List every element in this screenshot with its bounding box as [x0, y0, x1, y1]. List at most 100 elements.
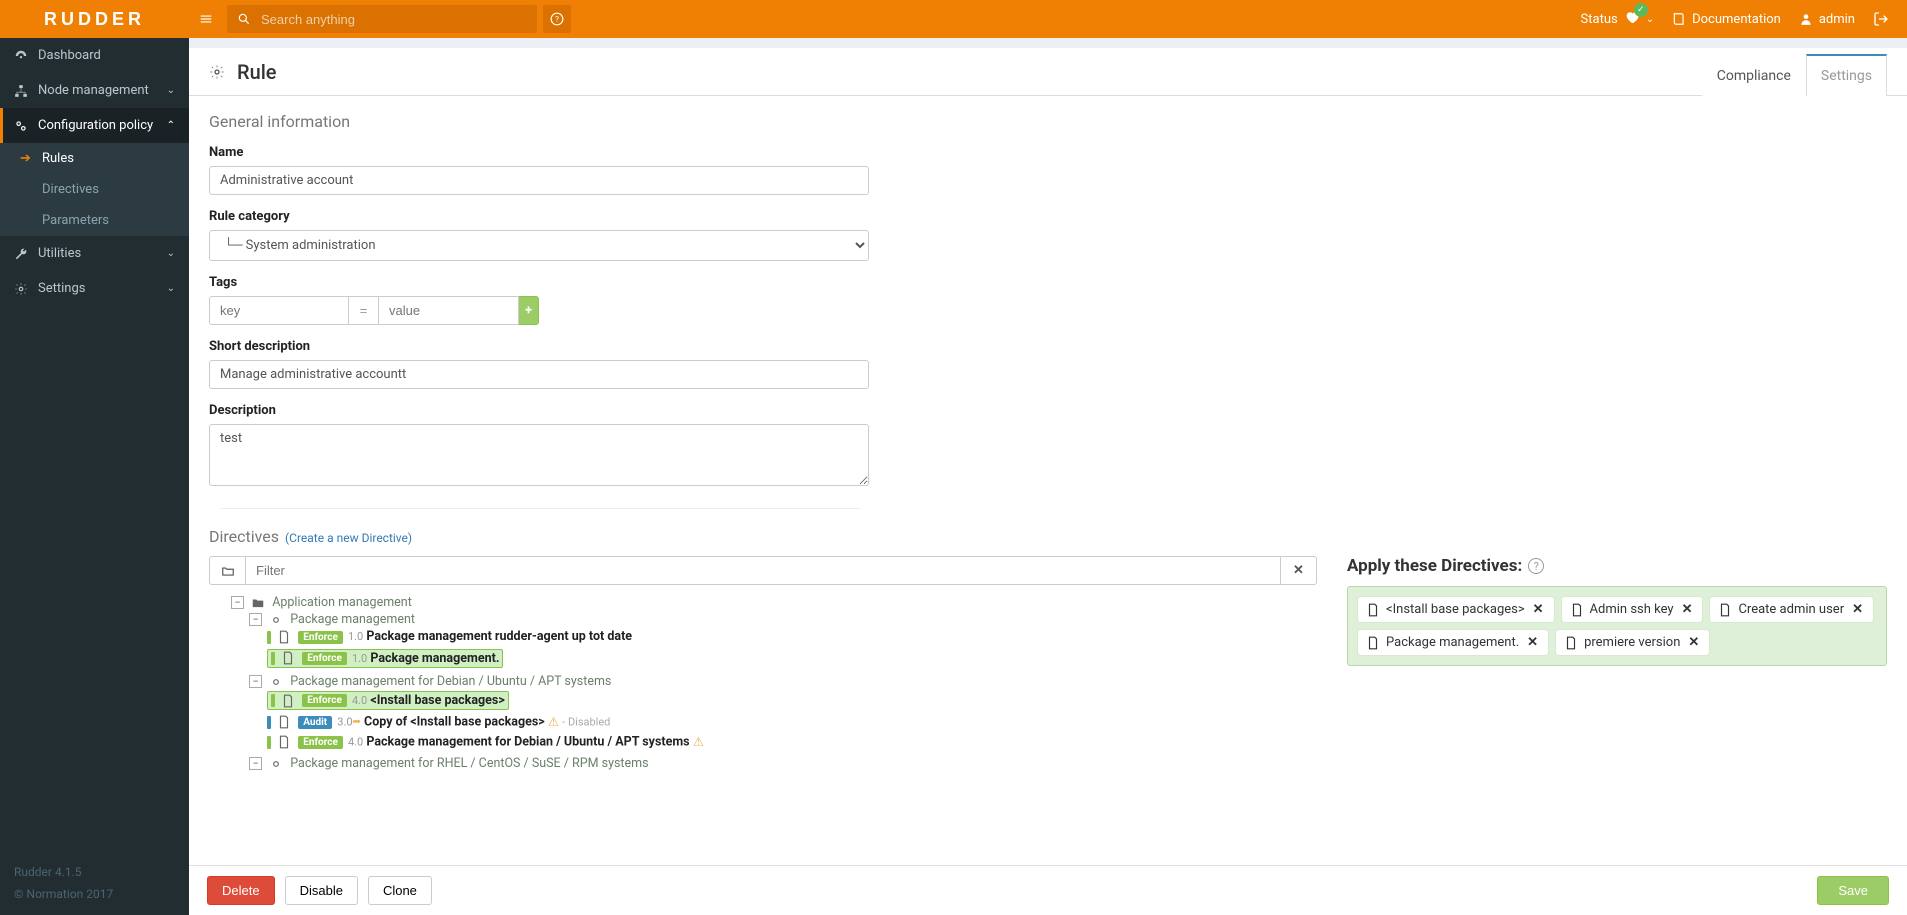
- tree-directive[interactable]: Audit 3.0➦ Copy of <Install base package…: [267, 712, 1317, 732]
- warning-icon: ⚠: [548, 715, 559, 730]
- user-label: admin: [1819, 12, 1855, 27]
- tag-add-button[interactable]: +: [519, 296, 539, 325]
- file-icon: [1570, 603, 1584, 617]
- file-icon: [1366, 636, 1380, 650]
- sidebar-subitem-label: Rules: [42, 151, 74, 166]
- sidebar-toggle[interactable]: [189, 12, 223, 26]
- delete-button[interactable]: Delete: [207, 876, 275, 905]
- file-icon: [281, 694, 295, 708]
- logout-button[interactable]: [1873, 11, 1889, 27]
- disable-button[interactable]: Disable: [285, 876, 358, 905]
- tree-technique[interactable]: − Package management for RHEL / CentOS /…: [249, 754, 1317, 773]
- file-icon: [277, 735, 291, 749]
- name-input[interactable]: [209, 166, 869, 195]
- chip-remove-button[interactable]: ✕: [1680, 602, 1695, 617]
- tree-directive[interactable]: Enforce 4.0 <Install base packages>: [267, 689, 1317, 712]
- filter-clear-button[interactable]: ✕: [1281, 556, 1317, 585]
- search-help-button[interactable]: ?: [543, 5, 571, 33]
- directive-filter: ✕: [209, 556, 1317, 585]
- category-select[interactable]: └─ System administration: [209, 230, 869, 261]
- directive-filter-input[interactable]: [245, 556, 1281, 585]
- sidebar-item-settings[interactable]: Settings ⌄: [0, 271, 189, 306]
- documentation-label: Documentation: [1692, 12, 1781, 27]
- description-label: Description: [209, 403, 1887, 418]
- create-directive-link[interactable]: (Create a new Directive): [285, 531, 412, 545]
- version-text: 1.0: [348, 631, 363, 644]
- page-title: Rule: [237, 60, 277, 84]
- chip-remove-button[interactable]: ✕: [1850, 602, 1865, 617]
- directives-section-title: Directives: [209, 527, 279, 546]
- hamburger-icon: [199, 12, 213, 26]
- brand-logo: RUDDER: [0, 0, 189, 38]
- user-icon: [1799, 12, 1813, 26]
- enforce-badge: Enforce: [302, 694, 347, 707]
- tree-collapse-icon[interactable]: −: [249, 613, 262, 626]
- directive-tree: − Application management − Package manag…: [213, 593, 1317, 775]
- tab-compliance[interactable]: Compliance: [1702, 55, 1806, 96]
- tree-directive[interactable]: Enforce 4.0 Package management for Debia…: [267, 732, 1317, 752]
- short-desc-input[interactable]: [209, 360, 869, 389]
- help-icon[interactable]: ?: [1528, 558, 1544, 574]
- question-icon: ?: [550, 12, 564, 26]
- sidebar-subitem-label: Parameters: [42, 213, 109, 228]
- tags-row: +: [209, 296, 539, 325]
- gear-icon: [14, 282, 28, 296]
- folder-icon: [251, 596, 265, 610]
- chip-remove-button[interactable]: ✕: [1525, 635, 1540, 650]
- settings-form: General information Name Rule category └…: [189, 96, 1907, 875]
- audit-badge: Audit: [298, 716, 332, 729]
- page-header: Rule Compliance Settings: [189, 48, 1907, 96]
- sidebar-subitem-directives[interactable]: Directives: [0, 174, 189, 205]
- file-icon: [1366, 603, 1380, 617]
- tag-value-input[interactable]: [379, 296, 519, 325]
- chip-label: Admin ssh key: [1590, 602, 1674, 617]
- topbar-right: Status ✓ ⌄ Documentation admin: [1581, 0, 1907, 38]
- sidebar-item-label: Settings: [38, 281, 85, 296]
- chip-remove-button[interactable]: ✕: [1531, 602, 1546, 617]
- bar-indicator-icon: [271, 652, 275, 665]
- chevron-down-icon: ⌄: [167, 283, 175, 294]
- sidebar-subitem-rules[interactable]: ➔ Rules: [0, 143, 189, 174]
- tree-label: <Install base packages>: [370, 693, 504, 708]
- tree-technique[interactable]: − Package management Enforce 1.0: [249, 610, 1317, 672]
- version-text: 1.0: [352, 652, 367, 665]
- category-label: Rule category: [209, 209, 1887, 224]
- sidebar-item-dashboard[interactable]: Dashboard: [0, 38, 189, 73]
- tree-technique[interactable]: − Package management for Debian / Ubuntu…: [249, 672, 1317, 754]
- applied-directives-title: Apply these Directives: ?: [1347, 556, 1887, 576]
- chip-remove-button[interactable]: ✕: [1686, 635, 1701, 650]
- folder-open-icon[interactable]: [209, 556, 245, 585]
- search-input[interactable]: [261, 12, 537, 27]
- user-menu[interactable]: admin: [1799, 12, 1855, 27]
- sidebar-item-configuration-policy[interactable]: Configuration policy ⌃: [0, 108, 189, 143]
- sidebar-item-label: Configuration policy: [38, 118, 153, 133]
- applied-directive-chip: Admin ssh key ✕: [1562, 597, 1703, 622]
- tree-label: Package management rudder-agent up tot d…: [366, 630, 632, 645]
- tree-directive[interactable]: Enforce 1.0 Package management.: [267, 647, 1317, 670]
- enforce-badge: Enforce: [298, 631, 343, 644]
- clone-button[interactable]: Clone: [368, 876, 432, 905]
- documentation-link[interactable]: Documentation: [1672, 12, 1781, 27]
- tree-collapse-icon[interactable]: −: [249, 675, 262, 688]
- tree-collapse-icon[interactable]: −: [231, 596, 244, 609]
- description-textarea[interactable]: test: [209, 424, 869, 486]
- sidebar-item-label: Dashboard: [38, 48, 101, 63]
- applied-directive-chip: premiere version ✕: [1556, 630, 1709, 655]
- enforce-badge: Enforce: [302, 652, 347, 665]
- tree-category[interactable]: − Application management − Package manag…: [231, 593, 1317, 775]
- tree-directive[interactable]: Enforce 1.0 Package management rudder-ag…: [267, 627, 1317, 646]
- tree-expand-icon[interactable]: −: [249, 757, 262, 770]
- sidebar-item-utilities[interactable]: Utilities ⌄: [0, 236, 189, 271]
- sidebar-item-node-management[interactable]: Node management ⌄: [0, 73, 189, 108]
- chevron-up-icon: ⌃: [167, 120, 175, 131]
- tab-settings[interactable]: Settings: [1806, 54, 1887, 96]
- status-menu[interactable]: Status ✓ ⌄: [1581, 9, 1655, 29]
- status-ok-badge: ✓: [1634, 3, 1648, 17]
- gauge-icon: [14, 49, 28, 63]
- sidebar-subitem-label: Directives: [42, 182, 99, 197]
- sidebar-submenu: ➔ Rules Directives Parameters: [0, 143, 189, 236]
- sidebar-subitem-parameters[interactable]: Parameters: [0, 205, 189, 236]
- sidebar-item-label: Node management: [38, 83, 149, 98]
- tag-key-input[interactable]: [209, 296, 349, 325]
- save-button[interactable]: Save: [1817, 876, 1889, 905]
